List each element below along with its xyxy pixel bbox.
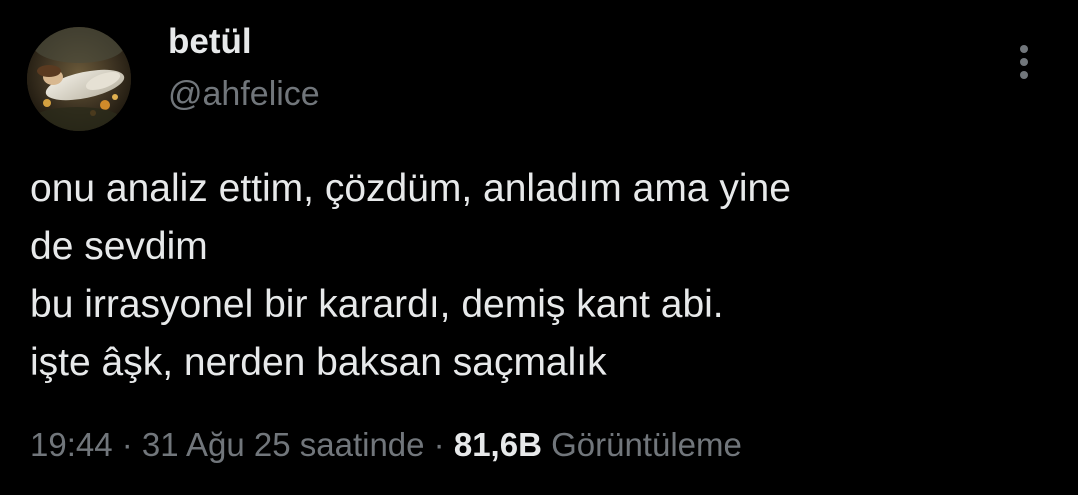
painting-avatar-image: [27, 27, 131, 131]
views-label[interactable]: Görüntüleme: [551, 426, 742, 463]
tweet-text-line: onu analiz ettim, çözdüm, anladım ama yi…: [30, 167, 791, 210]
user-handle[interactable]: @ahfelice: [168, 75, 320, 114]
more-vertical-icon-dot: [1020, 71, 1028, 79]
avatar[interactable]: [27, 27, 131, 131]
display-name[interactable]: betül: [168, 22, 252, 62]
views-count[interactable]: 81,6B: [454, 426, 542, 463]
tweet-time[interactable]: 19:44: [30, 426, 113, 463]
more-vertical-icon-dot: [1020, 58, 1028, 66]
tweet-text-line: de sevdim: [30, 225, 208, 268]
tweet-text-line: bu irrasyonel bir karardı, demiş kant ab…: [30, 283, 724, 326]
more-vertical-icon: [1020, 45, 1028, 53]
tweet-text-line: işte âşk, nerden baksan saçmalık: [30, 341, 607, 384]
tweet-metadata: 19:44 · 31 Ağu 25 saatinde · 81,6B Görün…: [30, 426, 742, 464]
tweet: betül @ahfelice onu analiz ettim, çözdüm…: [0, 0, 1078, 495]
separator: ·: [112, 426, 142, 463]
separator: ·: [424, 426, 454, 463]
tweet-text: onu analiz ettim, çözdüm, anladım ama yi…: [30, 160, 1060, 392]
tweet-date[interactable]: 31 Ağu 25 saatinde: [142, 426, 425, 463]
more-options-button[interactable]: [1008, 40, 1040, 84]
